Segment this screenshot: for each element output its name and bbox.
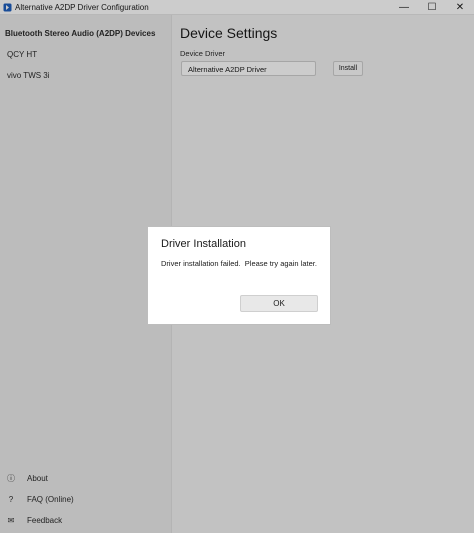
dialog-message: Driver installation failed. Please try a… xyxy=(161,259,317,268)
dialog-title: Driver Installation xyxy=(161,238,246,250)
driver-installation-dialog: Driver Installation Driver installation … xyxy=(147,226,331,325)
ok-button[interactable]: OK xyxy=(240,295,318,312)
